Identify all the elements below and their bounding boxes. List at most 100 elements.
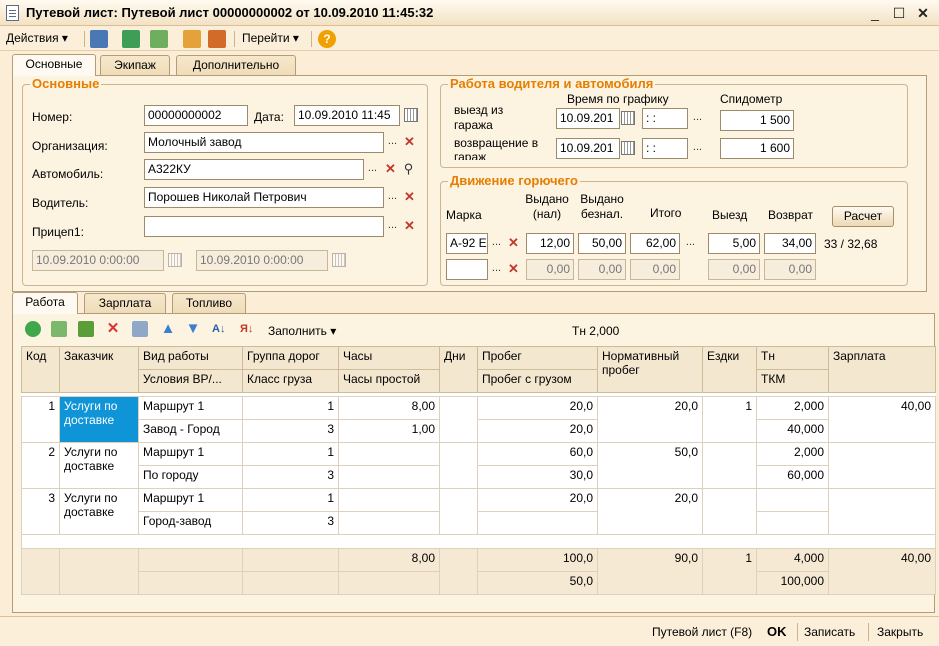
table-row[interactable]: Завод - Город 3 1,00 20,0 40,000 bbox=[22, 419, 936, 443]
fuel-brand-select-button[interactable]: ... bbox=[488, 234, 505, 253]
trailer-select-button[interactable]: ... bbox=[384, 217, 401, 236]
car-clear-icon[interactable]: ✕ bbox=[382, 160, 399, 179]
move-up-icon[interactable]: ▲ bbox=[160, 321, 176, 337]
table-row[interactable]: 1 Услуги по доставке Маршрут 1 1 8,00 20… bbox=[21, 396, 936, 443]
calendar-icon[interactable] bbox=[621, 111, 635, 125]
col-salary[interactable]: Зарплата bbox=[828, 346, 936, 393]
refresh-icon[interactable] bbox=[122, 30, 140, 48]
date-field[interactable]: 10.09.2010 11:45 bbox=[294, 105, 400, 126]
close-button[interactable]: Закрыть bbox=[877, 625, 923, 639]
return-time-button[interactable]: ... bbox=[689, 139, 706, 158]
number-field[interactable]: 00000000002 bbox=[144, 105, 248, 126]
depart-time-field[interactable]: : : bbox=[642, 108, 688, 129]
tab-main[interactable]: Основные bbox=[12, 54, 96, 76]
waybill-print-button[interactable]: Путевой лист (F8) bbox=[652, 625, 752, 639]
speedometer-return-field[interactable]: 1 600 bbox=[720, 138, 794, 159]
car-search-icon[interactable]: ⚲ bbox=[400, 160, 417, 179]
col-days[interactable]: Дни bbox=[439, 346, 478, 393]
help-icon[interactable]: ? bbox=[318, 30, 336, 48]
table-row[interactable]: По городу 3 30,0 60,000 bbox=[22, 465, 936, 489]
tab-extra[interactable]: Дополнительно bbox=[176, 55, 296, 76]
col-norm-mileage[interactable]: Нормативный пробег bbox=[597, 346, 703, 393]
calculate-button[interactable]: Расчет bbox=[832, 206, 894, 227]
table-row[interactable]: 3 Услуги по доставке Маршрут 1 1 20,0 20… bbox=[21, 488, 936, 535]
driver-field[interactable]: Порошев Николай Петрович bbox=[144, 187, 384, 208]
trailer-field[interactable] bbox=[144, 216, 384, 237]
col-cargo-mileage[interactable]: Пробег с грузом bbox=[477, 369, 598, 393]
col-code[interactable]: Код bbox=[21, 346, 60, 393]
depart-date-field[interactable]: 10.09.201 bbox=[556, 108, 620, 129]
driver-select-button[interactable]: ... bbox=[384, 188, 401, 207]
fuel-brand-clear-icon[interactable]: ✕ bbox=[505, 234, 522, 253]
calendar-icon[interactable] bbox=[621, 141, 635, 155]
trailer-clear-icon[interactable]: ✕ bbox=[401, 217, 418, 236]
fuel-brand-field-2[interactable] bbox=[446, 259, 488, 280]
col-mileage[interactable]: Пробег bbox=[477, 346, 598, 370]
table-row[interactable]: Город-завод 3 bbox=[22, 511, 936, 535]
sort-asc-icon[interactable]: А↓ bbox=[212, 321, 228, 337]
copy-icon[interactable] bbox=[150, 30, 168, 48]
fuel-cash-field-2[interactable]: 0,00 bbox=[526, 259, 574, 280]
table-row[interactable]: 2 Услуги по доставке Маршрут 1 1 60,0 50… bbox=[21, 442, 936, 489]
col-idle-hours[interactable]: Часы простой bbox=[338, 369, 440, 393]
close-window-button[interactable]: ✕ bbox=[914, 4, 932, 22]
col-tkm[interactable]: ТКМ bbox=[756, 369, 829, 393]
return-time-field[interactable]: : : bbox=[642, 138, 688, 159]
minimize-button[interactable]: _ bbox=[866, 4, 884, 22]
driver-clear-icon[interactable]: ✕ bbox=[401, 188, 418, 207]
ok-button[interactable]: OK bbox=[767, 624, 787, 639]
organization-clear-icon[interactable]: ✕ bbox=[401, 133, 418, 152]
tab-salary[interactable]: Зарплата bbox=[84, 293, 166, 314]
col-work-type[interactable]: Вид работы bbox=[138, 346, 243, 370]
unpost-icon[interactable] bbox=[208, 30, 226, 48]
customer-cell[interactable]: Услуги по доставке bbox=[59, 396, 139, 443]
period-start-field[interactable]: 10.09.2010 0:00:00 bbox=[32, 250, 164, 271]
maximize-button[interactable]: ☐ bbox=[890, 4, 908, 22]
col-conditions[interactable]: Условия ВР/... bbox=[138, 369, 243, 393]
actions-menu[interactable]: Действия ▾ bbox=[6, 31, 68, 45]
fuel-cash-field[interactable]: 12,00 bbox=[526, 233, 574, 254]
fuel-noncash-field-2[interactable]: 0,00 bbox=[578, 259, 626, 280]
col-tn[interactable]: Тн bbox=[756, 346, 829, 370]
tab-crew[interactable]: Экипаж bbox=[100, 55, 170, 76]
delete-row-icon[interactable]: ✕ bbox=[105, 321, 121, 337]
col-road-group[interactable]: Группа дорог bbox=[242, 346, 339, 370]
calendar-icon[interactable] bbox=[404, 108, 418, 122]
fuel-noncash-field[interactable]: 50,00 bbox=[578, 233, 626, 254]
calendar-icon[interactable] bbox=[168, 253, 182, 267]
tab-fuel[interactable]: Топливо bbox=[172, 293, 246, 314]
fuel-brand-field[interactable]: А-92 Е bbox=[446, 233, 488, 254]
calendar-icon[interactable] bbox=[332, 253, 346, 267]
return-date-field[interactable]: 10.09.201 bbox=[556, 138, 620, 159]
fuel-return-field-2[interactable]: 0,00 bbox=[764, 259, 816, 280]
fuel-brand-select-button[interactable]: ... bbox=[488, 260, 505, 279]
customer-cell[interactable]: Услуги по доставке bbox=[59, 442, 139, 489]
organization-field[interactable]: Молочный завод bbox=[144, 132, 384, 153]
customer-cell[interactable]: Услуги по доставке bbox=[59, 488, 139, 535]
fuel-exit-field[interactable]: 5,00 bbox=[708, 233, 760, 254]
save-close-icon[interactable] bbox=[90, 30, 108, 48]
sort-desc-icon[interactable]: Я↓ bbox=[240, 321, 256, 337]
fuel-total-button[interactable]: ... bbox=[682, 234, 699, 253]
fuel-brand-clear-icon[interactable]: ✕ bbox=[505, 260, 522, 279]
move-down-icon[interactable]: ▼ bbox=[185, 321, 201, 337]
car-select-button[interactable]: ... bbox=[364, 160, 381, 179]
col-trips[interactable]: Ездки bbox=[702, 346, 757, 393]
col-cargo-class[interactable]: Класс груза bbox=[242, 369, 339, 393]
depart-time-button[interactable]: ... bbox=[689, 109, 706, 128]
col-customer[interactable]: Заказчик bbox=[59, 346, 139, 393]
save-button[interactable]: Записать bbox=[804, 625, 855, 639]
organization-select-button[interactable]: ... bbox=[384, 133, 401, 152]
fuel-return-field[interactable]: 34,00 bbox=[764, 233, 816, 254]
fuel-total-field-2[interactable]: 0,00 bbox=[630, 259, 680, 280]
col-hours[interactable]: Часы bbox=[338, 346, 440, 370]
end-edit-icon[interactable] bbox=[132, 321, 148, 337]
fuel-total-field[interactable]: 62,00 bbox=[630, 233, 680, 254]
period-end-field[interactable]: 10.09.2010 0:00:00 bbox=[196, 250, 328, 271]
speedometer-depart-field[interactable]: 1 500 bbox=[720, 110, 794, 131]
tab-work[interactable]: Работа bbox=[12, 292, 78, 314]
car-field[interactable]: А322КУ bbox=[144, 159, 364, 180]
copy-row-icon[interactable] bbox=[51, 321, 67, 337]
fuel-exit-field-2[interactable]: 0,00 bbox=[708, 259, 760, 280]
fill-menu[interactable]: Заполнить ▾ bbox=[268, 324, 336, 338]
